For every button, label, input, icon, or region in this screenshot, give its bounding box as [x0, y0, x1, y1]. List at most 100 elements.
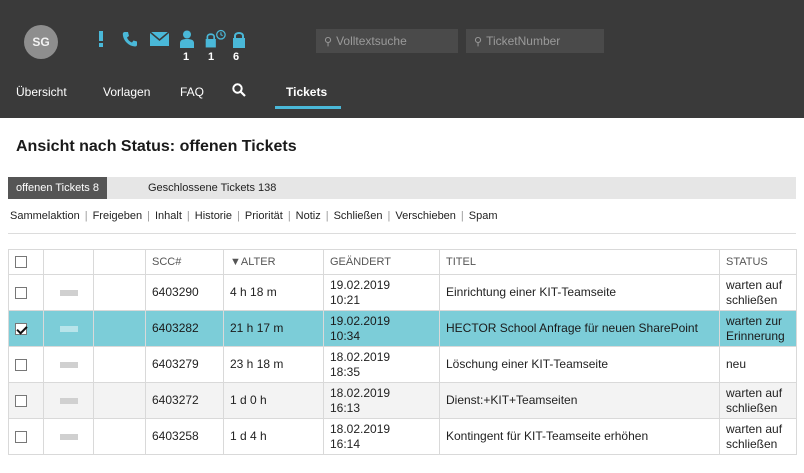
- select-all-checkbox[interactable]: [15, 256, 27, 269]
- action-move[interactable]: Verschieben: [395, 210, 456, 222]
- cell-status: warten zur Erinnerung: [719, 310, 797, 347]
- action-priority[interactable]: Priorität: [245, 210, 283, 222]
- nav-templates[interactable]: Vorlagen: [103, 82, 150, 102]
- changed-time: 10:34: [330, 328, 361, 343]
- envelope-icon[interactable]: [148, 28, 170, 50]
- table-row-selected[interactable]: 6403282 21 h 17 m 19.02.2019 10:34 HECTOR…: [8, 310, 797, 347]
- ticket-number-input[interactable]: ⚲ TicketNumber: [466, 29, 604, 53]
- ticket-number-placeholder: TicketNumber: [486, 34, 561, 48]
- action-content[interactable]: Inhalt: [155, 210, 182, 222]
- cell-status: warten auf schließen: [719, 418, 797, 455]
- exclamation-icon[interactable]: [90, 28, 112, 50]
- row-checkbox[interactable]: [15, 286, 27, 299]
- nav-overview[interactable]: Übersicht: [16, 82, 67, 102]
- lock-icon[interactable]: [228, 28, 250, 50]
- action-bar: Sammelaktion | Freigeben | Inhalt | Historie | P…: [8, 199, 796, 234]
- cell-age: 4 h 18 m: [223, 274, 324, 311]
- user-badge: 1: [182, 51, 190, 63]
- search-icon: ⚲: [474, 35, 483, 48]
- action-close[interactable]: Schließen: [334, 210, 383, 222]
- row-blank: [93, 274, 146, 311]
- cell-title[interactable]: Kontingent für KIT-Teamseite erhöhen: [439, 418, 720, 455]
- cell-scc[interactable]: 6403290: [145, 274, 224, 311]
- table-row[interactable]: 6403290 4 h 18 m 19.02.2019 10:21 Einrich…: [8, 274, 797, 311]
- column-header-scc[interactable]: SCC#: [145, 249, 224, 275]
- cell-changed: 19.02.2019 10:21: [323, 274, 440, 311]
- cell-title[interactable]: HECTOR School Anfrage für neuen SharePoi…: [439, 310, 720, 347]
- priority-bar: [60, 397, 78, 404]
- changed-date: 19.02.2019: [330, 313, 391, 328]
- action-spam[interactable]: Spam: [469, 210, 498, 222]
- avatar[interactable]: SG: [24, 25, 58, 59]
- row-checkbox[interactable]: [15, 430, 27, 443]
- column-header-age[interactable]: ▼ALTER: [223, 249, 324, 275]
- nav-search-icon[interactable]: [232, 83, 246, 103]
- column-header-title[interactable]: TITEL: [439, 249, 720, 275]
- cell-changed: 18.02.2019 16:13: [323, 382, 440, 419]
- top-bar: SG 1 1 6 ⚲ Volltextsuche ⚲ TicketNumber …: [0, 0, 804, 118]
- lock-clock-icon[interactable]: [204, 28, 226, 50]
- table-row[interactable]: 6403272 1 d 0 h 18.02.2019 16:13 Dienst:+…: [8, 382, 797, 419]
- changed-date: 19.02.2019: [330, 277, 391, 292]
- priority-bar: [60, 433, 78, 440]
- priority-bar: [60, 289, 78, 296]
- row-checkbox[interactable]: [15, 358, 27, 371]
- changed-date: 18.02.2019: [330, 421, 391, 436]
- nav-tickets[interactable]: Tickets: [286, 82, 327, 102]
- row-blank: [93, 382, 146, 419]
- nav-faq[interactable]: FAQ: [180, 82, 204, 102]
- select-all-cell[interactable]: [8, 249, 44, 275]
- changed-time: 10:21: [330, 292, 361, 307]
- tab-closed-tickets[interactable]: Geschlossene Tickets 138: [140, 177, 284, 199]
- cell-age: 21 h 17 m: [223, 310, 324, 347]
- cell-status: warten auf schließen: [719, 274, 797, 311]
- row-checkbox-checked[interactable]: [15, 322, 27, 335]
- changed-time: 16:14: [330, 436, 361, 451]
- changed-time: 16:13: [330, 400, 361, 415]
- tab-open-tickets[interactable]: offenen Tickets 8: [8, 177, 107, 199]
- changed-time: 18:35: [330, 364, 361, 379]
- cell-scc[interactable]: 6403282: [145, 310, 224, 347]
- cell-status: warten auf schließen: [719, 382, 797, 419]
- cell-scc[interactable]: 6403272: [145, 382, 224, 419]
- column-header-changed[interactable]: GEÄNDERT: [323, 249, 440, 275]
- fulltext-search-placeholder: Volltextsuche: [336, 34, 407, 48]
- cell-age: 23 h 18 m: [223, 346, 324, 383]
- action-release[interactable]: Freigeben: [93, 210, 143, 222]
- page-title: Ansicht nach Status: offenen Tickets: [16, 138, 297, 155]
- row-checkbox[interactable]: [15, 394, 27, 407]
- fulltext-search-input[interactable]: ⚲ Volltextsuche: [316, 29, 458, 53]
- action-bulk[interactable]: Sammelaktion: [10, 210, 80, 222]
- cell-title[interactable]: Löschung einer KIT-Teamseite: [439, 346, 720, 383]
- table-row[interactable]: 6403279 23 h 18 m 18.02.2019 18:35 Löschu…: [8, 346, 797, 383]
- table-header: SCC# ▼ALTER GEÄNDERT TITEL STATUS: [8, 249, 797, 275]
- cell-scc[interactable]: 6403279: [145, 346, 224, 383]
- nav-active-indicator: [275, 106, 341, 109]
- cell-age: 1 d 4 h: [223, 418, 324, 455]
- row-blank: [93, 346, 146, 383]
- column-header-status[interactable]: STATUS: [719, 249, 797, 275]
- lock-badge: 6: [232, 51, 240, 63]
- cell-changed: 19.02.2019 10:34: [323, 310, 440, 347]
- phone-icon[interactable]: [119, 28, 141, 50]
- cell-changed: 18.02.2019 18:35: [323, 346, 440, 383]
- changed-date: 18.02.2019: [330, 349, 391, 364]
- action-history[interactable]: Historie: [195, 210, 232, 222]
- cell-age: 1 d 0 h: [223, 382, 324, 419]
- cell-changed: 18.02.2019 16:14: [323, 418, 440, 455]
- cell-title[interactable]: Einrichtung einer KIT-Teamseite: [439, 274, 720, 311]
- cell-scc[interactable]: 6403258: [145, 418, 224, 455]
- header-blank-1: [43, 249, 94, 275]
- action-note[interactable]: Notiz: [296, 210, 321, 222]
- priority-bar: [60, 361, 78, 368]
- user-icon[interactable]: [176, 28, 198, 50]
- search-icon: ⚲: [324, 35, 333, 48]
- changed-date: 18.02.2019: [330, 385, 391, 400]
- lock-clock-badge: 1: [207, 51, 215, 63]
- cell-status: neu: [719, 346, 797, 383]
- ticket-table: SCC# ▼ALTER GEÄNDERT TITEL STATUS 640329…: [8, 249, 797, 455]
- table-row[interactable]: 6403258 1 d 4 h 18.02.2019 16:14 Kontinge…: [8, 418, 797, 455]
- priority-bar: [60, 325, 78, 332]
- tab-strip: [8, 177, 796, 199]
- cell-title[interactable]: Dienst:+KIT+Teamseiten: [439, 382, 720, 419]
